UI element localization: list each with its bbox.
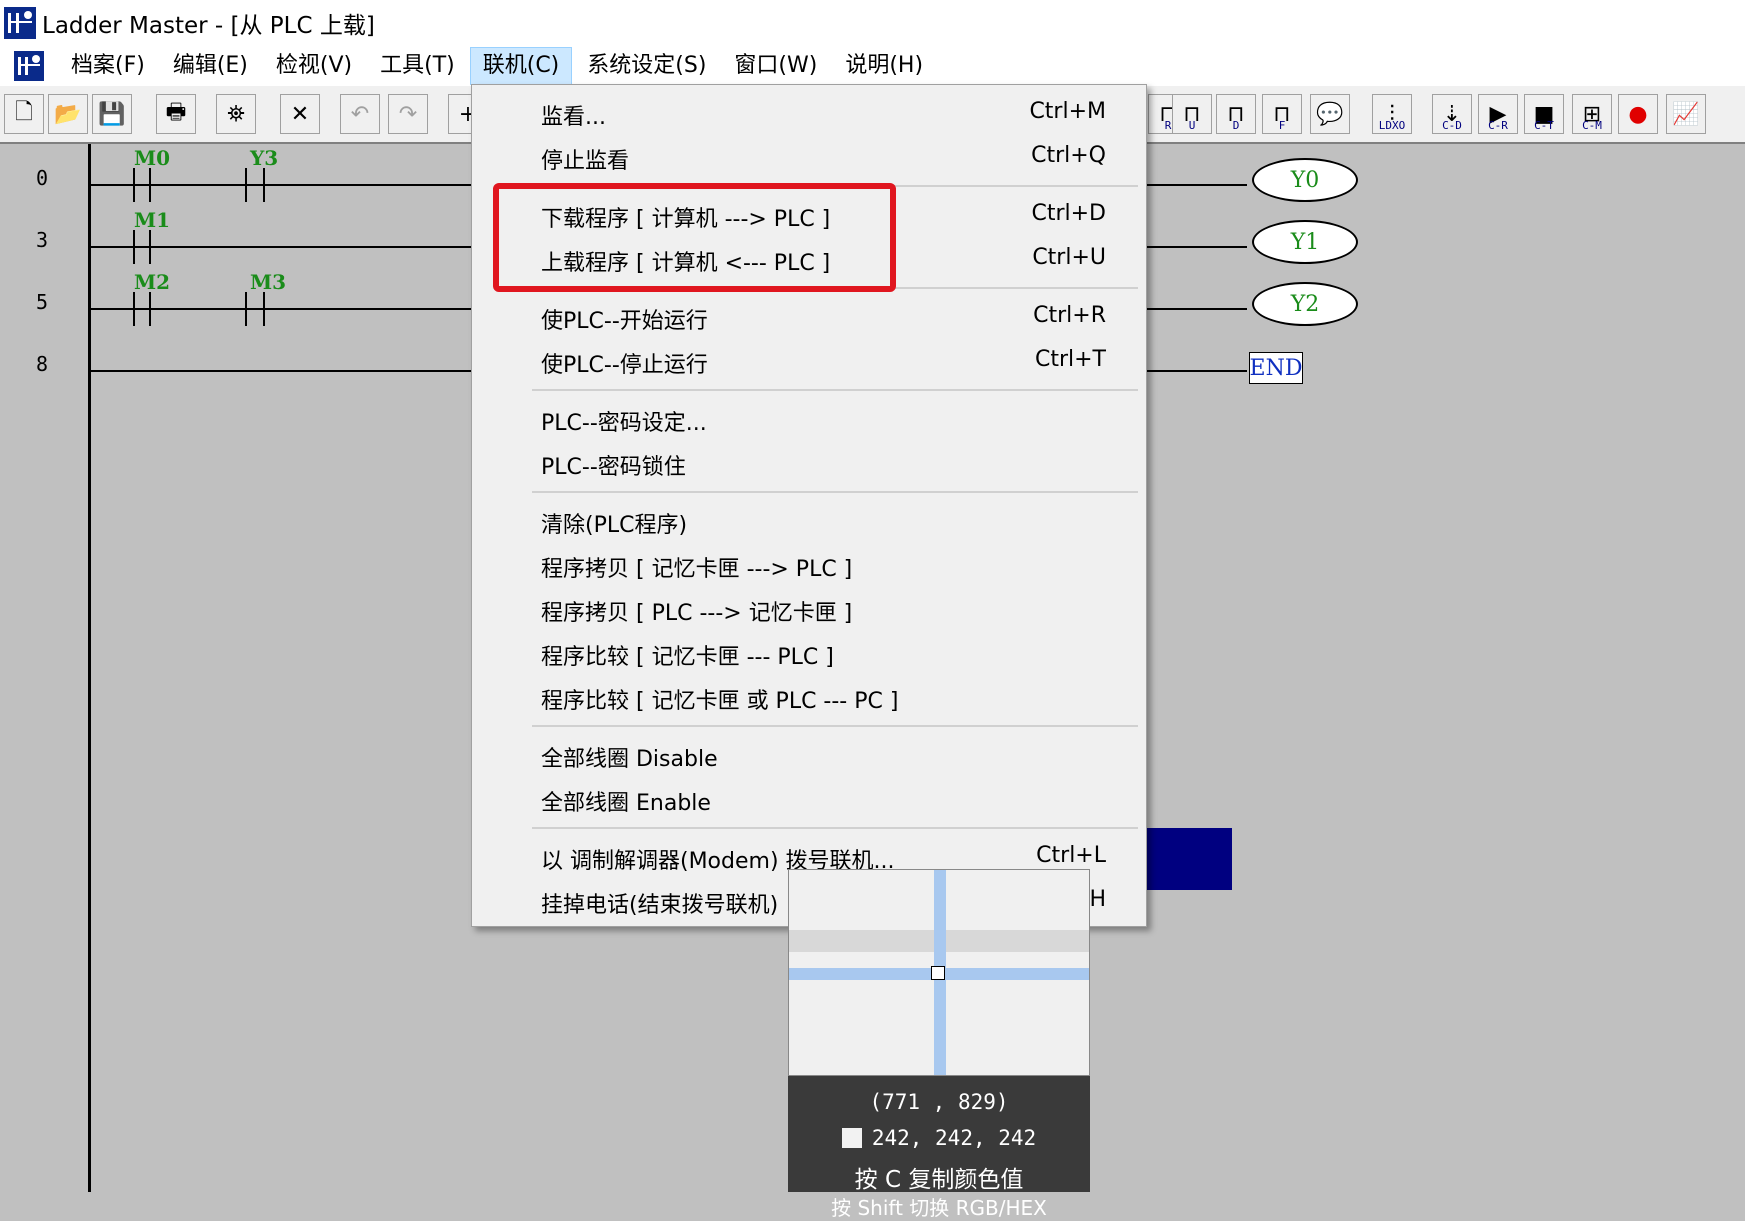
redo-icon[interactable]: ↷ <box>388 94 428 134</box>
menu-view[interactable]: 检视(V) <box>263 47 365 85</box>
rung-step-number: 8 <box>36 352 49 376</box>
picker-coordinates: (771 , 829) <box>869 1090 1009 1114</box>
picker-hint-secondary: 按 Shift 切换 RGB/HEX <box>831 1196 1047 1220</box>
menu-item-plc-stop[interactable]: 使PLC--停止运行 Ctrl+T <box>472 339 1146 383</box>
comment-bubble-icon[interactable]: 💬 <box>1310 94 1350 134</box>
instruction-u-icon[interactable]: ⊓ U <box>1172 94 1212 134</box>
coil-y2[interactable]: Y2 <box>1252 282 1358 326</box>
menu-item-clear-plc[interactable]: 清除(PLC程序) <box>472 499 1146 543</box>
annotation-highlight <box>493 183 896 292</box>
contact-m3[interactable]: M3 <box>250 270 286 294</box>
contact-m0[interactable]: M0 <box>134 146 170 170</box>
rung-step-number: 3 <box>36 228 49 252</box>
menu-item-stop-monitor[interactable]: 停止监看 Ctrl+Q <box>472 135 1146 179</box>
contact-m1[interactable]: M1 <box>134 208 170 232</box>
picker-rgb-value: 242, 242, 242 <box>871 1126 1037 1150</box>
color-picker-magnifier: (771 , 829) 242, 242, 242 按 C 复制颜色值 按 Sh… <box>788 869 1090 1220</box>
coil-y1[interactable]: Y1 <box>1252 220 1358 264</box>
menu-system-settings[interactable]: 系统设定(S) <box>574 47 719 85</box>
rung-step-number: 0 <box>36 166 49 190</box>
menu-window[interactable]: 窗口(W) <box>721 47 830 85</box>
menu-edit[interactable]: 编辑(E) <box>160 47 261 85</box>
menu-help[interactable]: 说明(H) <box>832 47 936 85</box>
magnifier-zoom <box>788 869 1090 1076</box>
menu-item-copy-plc-to-card[interactable]: 程序拷贝 [ PLC ---> 记忆卡匣 ] <box>472 587 1146 631</box>
app-logo-icon <box>4 7 36 39</box>
find-binoculars-icon[interactable]: ⛯ <box>216 94 256 134</box>
new-file-icon[interactable]: 🗋 <box>4 94 44 134</box>
menu-bar: 档案(F) 编辑(E) 检视(V) 工具(T) 联机(C) 系统设定(S) 窗口… <box>0 46 1745 86</box>
undo-icon[interactable]: ↶ <box>340 94 380 134</box>
menu-item-compare-pc[interactable]: 程序比较 [ 记忆卡匣 或 PLC --- PC ] <box>472 675 1146 719</box>
record-stop-icon[interactable]: ● <box>1618 94 1658 134</box>
menu-item-compare-card-plc[interactable]: 程序比较 [ 记忆卡匣 --- PLC ] <box>472 631 1146 675</box>
menu-item-password-lock[interactable]: PLC--密码锁住 <box>472 441 1146 485</box>
compile-m-icon[interactable]: ⊞ C-M <box>1572 94 1612 134</box>
ldxo-icon[interactable]: ⫶ LDXO <box>1372 94 1412 134</box>
left-power-rail <box>88 144 91 1192</box>
menu-item-copy-card-to-plc[interactable]: 程序拷贝 [ 记忆卡匣 ---> PLC ] <box>472 543 1146 587</box>
trend-chart-icon[interactable]: 📈 <box>1666 94 1706 134</box>
open-folder-icon[interactable]: 📂 <box>48 94 88 134</box>
menu-item-coils-enable[interactable]: 全部线圈 Enable <box>472 777 1146 821</box>
document-system-icon[interactable] <box>14 51 44 81</box>
compile-r-icon[interactable]: ▶ C-R <box>1478 94 1518 134</box>
picker-info-panel: (771 , 829) 242, 242, 242 按 C 复制颜色值 按 Sh… <box>788 1076 1090 1220</box>
delete-x-icon[interactable]: ✕ <box>280 94 320 134</box>
compile-t-icon[interactable]: ■ C-T <box>1524 94 1564 134</box>
menu-item-monitor[interactable]: 监看... Ctrl+M <box>472 91 1146 135</box>
menu-item-coils-disable[interactable]: 全部线圈 Disable <box>472 733 1146 777</box>
picker-hint: 按 C 复制颜色值 <box>854 1167 1024 1193</box>
print-icon[interactable]: 🖶 <box>156 94 196 134</box>
menu-item-password-set[interactable]: PLC--密码设定... <box>472 397 1146 441</box>
color-swatch <box>841 1128 862 1148</box>
instruction-d-icon[interactable]: ⊓ D <box>1216 94 1256 134</box>
menu-item-plc-run[interactable]: 使PLC--开始运行 Ctrl+R <box>472 295 1146 339</box>
contact-y3[interactable]: Y3 <box>250 146 278 170</box>
title-bar: Ladder Master - [从 PLC 上载] <box>0 0 1745 46</box>
coil-y0[interactable]: Y0 <box>1252 158 1358 202</box>
rung-step-number: 5 <box>36 290 49 314</box>
menu-online[interactable]: 联机(C) <box>469 47 573 85</box>
window-title: Ladder Master - [从 PLC 上载] <box>42 13 375 39</box>
menu-tools[interactable]: 工具(T) <box>367 47 468 85</box>
menu-file[interactable]: 档案(F) <box>58 47 158 85</box>
end-instruction[interactable]: END <box>1249 352 1303 384</box>
crosshair-icon <box>931 966 945 980</box>
compile-d-icon[interactable]: ⇣ C-D <box>1432 94 1472 134</box>
instruction-f-icon[interactable]: ⊓ F <box>1262 94 1302 134</box>
save-disk-icon[interactable]: 💾 <box>92 94 132 134</box>
contact-m2[interactable]: M2 <box>134 270 170 294</box>
